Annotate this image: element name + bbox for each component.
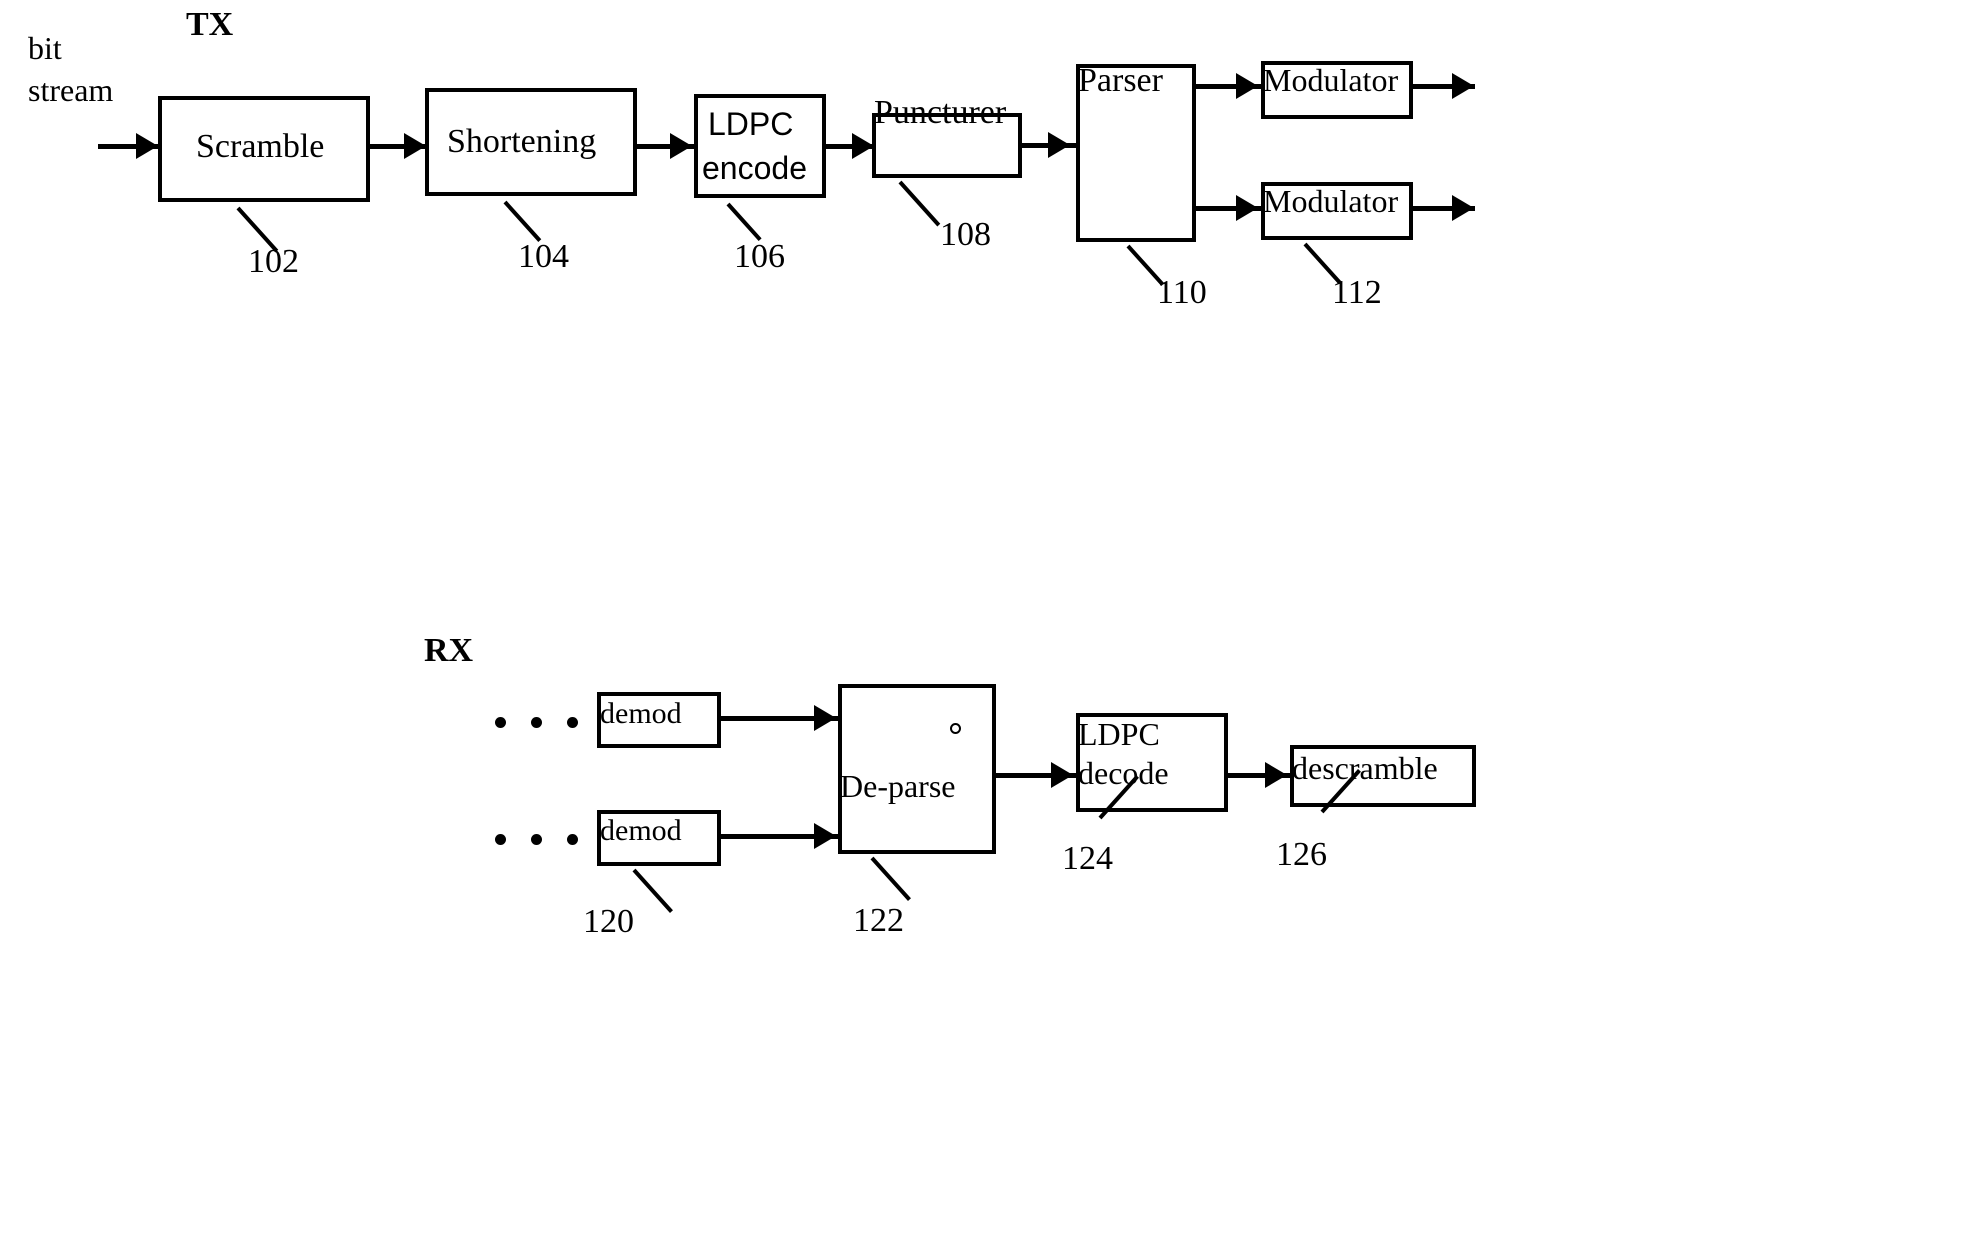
ref-number-110: 110 <box>1157 274 1207 311</box>
block-modulator-1-label: Modulator <box>1263 62 1399 98</box>
ref-number-102: 102 <box>248 243 299 280</box>
arrowhead-demod-1-to-de-parse <box>814 705 836 731</box>
leader-line-122 <box>870 856 911 901</box>
block-shortening-label: Shortening <box>447 123 597 160</box>
arrowhead-de-parse-to-ldpc-decode <box>1051 762 1073 788</box>
arrowhead-ldpc-encode-to-puncturer <box>852 133 874 159</box>
arrowhead-puncturer-to-parser <box>1048 132 1070 158</box>
ref-number-122: 122 <box>853 902 904 939</box>
ellipsis-dot-upper-3 <box>567 717 578 728</box>
de-parse-speck-artifact <box>950 723 961 734</box>
arrowhead-modulator-1-output <box>1452 73 1474 99</box>
arrowhead-parser-to-modulator-1 <box>1236 73 1258 99</box>
ref-number-108: 108 <box>940 216 991 253</box>
arrowhead-demod-2-to-de-parse <box>814 823 836 849</box>
leader-line-106 <box>726 202 762 242</box>
ref-number-106: 106 <box>734 238 785 275</box>
block-demod-1-label: demod <box>600 697 682 730</box>
block-scramble-label: Scramble <box>196 128 325 165</box>
ellipsis-dot-lower-3 <box>567 834 578 845</box>
block-demod-2-label: demod <box>600 814 682 847</box>
ref-number-120: 120 <box>583 903 634 940</box>
block-ldpc-decode-label-line1: LDPC <box>1078 716 1160 752</box>
ellipsis-dot-lower-2 <box>531 834 542 845</box>
leader-line-120 <box>632 868 673 913</box>
leader-line-108 <box>898 180 941 227</box>
arrowhead-ldpc-decode-to-descramble <box>1265 762 1287 788</box>
block-diagram-canvas: TX bit stream Scramble 102 Shortening 10… <box>0 0 1980 1241</box>
block-puncturer-label: Puncturer <box>874 94 1007 131</box>
arrowhead-parser-to-modulator-2 <box>1236 195 1258 221</box>
block-ldpc-encode-label-line1: LDPC <box>708 106 794 142</box>
ellipsis-dot-upper-1 <box>495 717 506 728</box>
ellipsis-dot-upper-2 <box>531 717 542 728</box>
arrowhead-input-to-scramble <box>136 133 158 159</box>
block-descramble-label: descramble <box>1292 750 1438 786</box>
block-modulator-2-label: Modulator <box>1263 183 1399 219</box>
block-ldpc-encode-label-line2: encode <box>702 150 807 186</box>
block-de-parse-label: De-parse <box>840 768 956 804</box>
block-ldpc-decode-label-line2: decode <box>1078 755 1169 791</box>
ref-number-104: 104 <box>518 238 569 275</box>
leader-line-104 <box>503 200 542 242</box>
block-parser-label: Parser <box>1078 62 1163 99</box>
ref-number-124: 124 <box>1062 840 1113 877</box>
ref-number-126: 126 <box>1276 836 1327 873</box>
arrowhead-scramble-to-shortening <box>404 133 426 159</box>
arrowhead-modulator-2-output <box>1452 195 1474 221</box>
bit-stream-input-label-line2: stream <box>28 72 114 108</box>
bit-stream-input-label-line1: bit <box>28 30 62 66</box>
arrowhead-shortening-to-ldpc-encode <box>670 133 692 159</box>
ellipsis-dot-lower-1 <box>495 834 506 845</box>
rx-section-title: RX <box>424 632 474 669</box>
tx-section-title: TX <box>186 6 234 43</box>
ref-number-112: 112 <box>1332 274 1382 311</box>
